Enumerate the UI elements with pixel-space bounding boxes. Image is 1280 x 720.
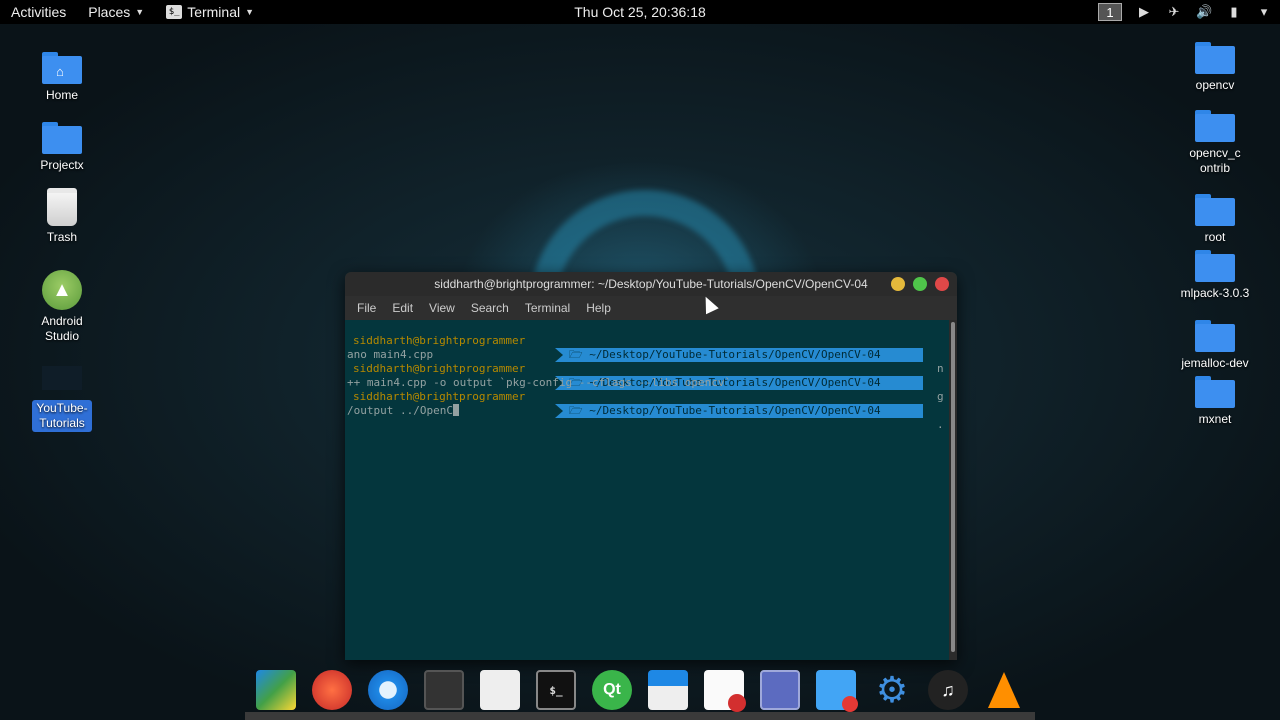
desktop-icon-label: mxnet xyxy=(1198,412,1232,426)
airplane-icon[interactable]: ✈ xyxy=(1166,4,1182,20)
desktop-icon-label: Trash xyxy=(46,230,78,244)
files-icon[interactable] xyxy=(648,670,688,710)
qt-creator-icon[interactable]: Qt xyxy=(592,670,632,710)
terminal-scrollbar[interactable] xyxy=(949,320,957,660)
menu-file[interactable]: File xyxy=(349,301,384,315)
menu-terminal[interactable]: Terminal xyxy=(517,301,578,315)
battery-icon[interactable]: ▮ xyxy=(1226,4,1242,20)
prompt-line: siddharth@brightprogrammer 🗁 ~/Desktop/Y… xyxy=(345,348,957,403)
text-cursor xyxy=(452,404,459,416)
desktop-icon-projectx[interactable]: Projectx xyxy=(17,122,107,173)
terminal-icon: $_ xyxy=(166,5,183,19)
desktop-icon-mlpack[interactable]: mlpack-3.0.3 xyxy=(1170,250,1260,301)
desktop-icon-label: Projectx xyxy=(40,158,84,172)
desktop-icon-root[interactable]: root xyxy=(1170,194,1260,245)
home-folder-icon: ⌂ xyxy=(42,52,82,84)
desktop-icon-label: YouTube-Tutorials xyxy=(32,400,92,432)
scrollbar-thumb[interactable] xyxy=(951,322,955,652)
folder-icon xyxy=(1195,194,1235,226)
folder-icon xyxy=(42,366,82,390)
terminal-menubar: File Edit View Search Terminal Help xyxy=(345,296,957,320)
folder-icon xyxy=(1195,110,1235,142)
terminal-app-menu[interactable]: $_ Terminal ▼ xyxy=(155,0,265,24)
menu-edit[interactable]: Edit xyxy=(384,301,421,315)
chevron-down-icon: ▼ xyxy=(245,7,255,17)
activities-label: Activities xyxy=(11,4,67,20)
terminal-icon[interactable]: $_ xyxy=(536,670,576,710)
command-line: ano main4.cpp xyxy=(345,334,957,361)
android-studio-icon: ▲ xyxy=(42,270,82,310)
trash-icon xyxy=(47,188,77,226)
desktop-icon-jemalloc-dev[interactable]: jemalloc-dev xyxy=(1170,320,1260,371)
desktop-icon-label: mlpack-3.0.3 xyxy=(1180,286,1250,300)
screencast-icon[interactable]: ▶ xyxy=(1136,4,1152,20)
command-line: /output ../OpenC xyxy=(345,390,957,417)
screenshot-icon[interactable] xyxy=(760,670,800,710)
desktop-icon-label: opencv xyxy=(1195,78,1235,92)
folder-icon xyxy=(1195,250,1235,282)
folder-icon xyxy=(42,122,82,154)
prompt-line: siddharth@brightprogrammer 🗁 ~/Desktop/Y… xyxy=(345,320,957,375)
workspace-indicator[interactable]: 1 xyxy=(1098,3,1122,21)
screen-recorder-icon[interactable] xyxy=(816,670,858,712)
terminal-menu-label: Terminal xyxy=(187,4,241,20)
command-start: . xyxy=(937,418,944,431)
places-menu[interactable]: Places ▼ xyxy=(77,0,155,24)
terminal-window[interactable]: siddharth@brightprogrammer: ~/Desktop/Yo… xyxy=(345,272,957,660)
desktop-icon-label: jemalloc-dev xyxy=(1181,356,1249,370)
dock: $_ Qt ⚙ ♫ xyxy=(245,660,1035,720)
desktop-icon-label: opencv_contrib xyxy=(1189,146,1241,175)
window-title: siddharth@brightprogrammer: ~/Desktop/Yo… xyxy=(434,277,868,291)
desktop-icon-label: Home xyxy=(45,88,78,102)
folder-icon xyxy=(1195,320,1235,352)
chevron-down-icon: ▼ xyxy=(135,7,145,17)
command-line: ++ main4.cpp -o output `pkg-config --cfl… xyxy=(345,362,957,389)
desktop-icon-trash[interactable]: Trash xyxy=(17,188,107,245)
video-player-icon[interactable] xyxy=(424,670,464,710)
vlc-icon[interactable] xyxy=(984,670,1024,710)
command-text: /output ../OpenC xyxy=(347,404,453,417)
menu-search[interactable]: Search xyxy=(463,301,517,315)
terminal-titlebar[interactable]: siddharth@brightprogrammer: ~/Desktop/Yo… xyxy=(345,272,957,296)
folder-icon xyxy=(1195,42,1235,74)
top-bar: Activities Places ▼ $_ Terminal ▼ Thu Oc… xyxy=(0,0,1280,24)
folder-icon xyxy=(1195,376,1235,408)
desktop-icon-android-studio[interactable]: ▲ Android Studio xyxy=(17,270,107,344)
prompt-path-text: ~/Desktop/YouTube-Tutorials/OpenCV/OpenC… xyxy=(589,404,881,417)
close-button[interactable] xyxy=(935,277,949,291)
volume-icon[interactable]: 🔊 xyxy=(1196,4,1212,20)
mail-icon[interactable] xyxy=(480,670,520,710)
settings-gear-icon[interactable]: ⚙ xyxy=(872,669,912,710)
desktop-icon-opencv[interactable]: opencv xyxy=(1170,42,1260,93)
desktop-icon-label: root xyxy=(1204,230,1226,244)
minimize-button[interactable] xyxy=(891,277,905,291)
prompt-path: 🗁 ~/Desktop/YouTube-Tutorials/OpenCV/Ope… xyxy=(555,404,923,418)
maximize-button[interactable] xyxy=(913,277,927,291)
audio-icon[interactable]: ♫ xyxy=(928,670,968,710)
play-store-icon[interactable] xyxy=(256,670,296,710)
text-editor-icon[interactable] xyxy=(704,670,746,712)
menu-view[interactable]: View xyxy=(421,301,463,315)
desktop-icon-mxnet[interactable]: mxnet xyxy=(1170,376,1260,427)
firefox-icon[interactable] xyxy=(312,670,352,710)
chevron-down-icon[interactable]: ▾ xyxy=(1256,4,1272,20)
menu-help[interactable]: Help xyxy=(578,301,619,315)
desktop-icon-opencv-contrib[interactable]: opencv_contrib xyxy=(1170,110,1260,176)
terminal-output[interactable]: siddharth@brightprogrammer 🗁 ~/Desktop/Y… xyxy=(345,320,957,660)
prompt-line: siddharth@brightprogrammer 🗁 ~/Desktop/Y… xyxy=(345,376,957,431)
desktop-icon-label: Android Studio xyxy=(41,314,83,343)
activities-button[interactable]: Activities xyxy=(0,0,77,24)
desktop-icon-home[interactable]: ⌂ Home xyxy=(17,52,107,103)
desktop-icon-youtube-tutorials[interactable]: YouTube-Tutorials xyxy=(17,366,107,432)
places-label: Places xyxy=(88,4,131,20)
chromium-icon[interactable] xyxy=(368,670,408,710)
